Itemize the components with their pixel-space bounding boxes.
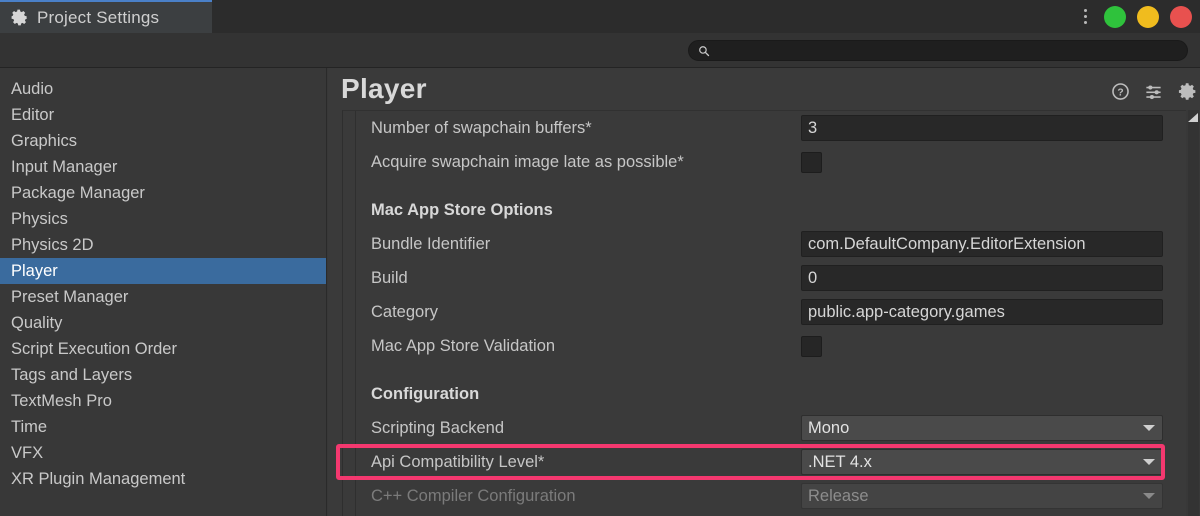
settings-gear-icon[interactable] [1177, 81, 1198, 102]
setting-label: Bundle Identifier [371, 234, 491, 253]
close-button[interactable] [1170, 5, 1192, 28]
sidebar-item-script-execution-order[interactable]: Script Execution Order [0, 336, 326, 362]
sidebar-item-label: Package Manager [11, 183, 145, 202]
setting-row-mac-app-store-validation: Mac App Store Validation [343, 329, 1186, 363]
setting-label: Api Compatibility Level* [371, 452, 545, 471]
setting-row-configuration: Configuration [343, 377, 1186, 411]
setting-label: Build [371, 268, 408, 287]
chevron-down-icon [1143, 425, 1155, 431]
setting-label: Number of swapchain buffers* [371, 118, 592, 137]
sidebar-item-preset-manager[interactable]: Preset Manager [0, 284, 326, 310]
sidebar-item-label: Time [11, 417, 48, 436]
maximize-button[interactable] [1104, 5, 1126, 28]
setting-label: C++ Compiler Configuration [371, 486, 576, 505]
sidebar-item-label: Editor [11, 105, 55, 124]
sidebar-item-physics[interactable]: Physics [0, 206, 326, 232]
sidebar-item-label: Physics [11, 209, 68, 228]
dropdown-scripting-backend[interactable]: Mono [801, 415, 1163, 441]
sidebar-item-xr-plugin-management[interactable]: XR Plugin Management [0, 466, 326, 492]
sidebar-item-label: Physics 2D [11, 235, 94, 254]
setting-row-bundle-identifier: Bundle Identifier com.DefaultCompany.Edit… [343, 227, 1186, 261]
setting-label: Scripting Backend [371, 418, 504, 437]
dropdown-value: .NET 4.x [808, 452, 872, 471]
settings-list: Number of swapchain buffers* 3 Acquire swa… [342, 110, 1186, 516]
sidebar-item-label: XR Plugin Management [11, 469, 186, 488]
panel-header: Player ? [328, 68, 1200, 110]
setting-row-mac-app-store-options: Mac App Store Options [343, 193, 1186, 227]
search-input[interactable] [710, 43, 1178, 58]
setting-row-category: Category public.app-category.games [343, 295, 1186, 329]
checkbox-acquire-swapchain-image-late-as-possible[interactable] [801, 151, 822, 173]
sidebar-item-label: TextMesh Pro [11, 391, 112, 410]
setting-row-acquire-swapchain-image-late-as-possible: Acquire swapchain image late as possible… [343, 145, 1186, 179]
help-icon[interactable]: ? [1111, 82, 1130, 101]
sidebar-item-input-manager[interactable]: Input Manager [0, 154, 326, 180]
section-heading: Configuration [371, 384, 480, 403]
sidebar-item-player[interactable]: Player [0, 258, 326, 284]
vertical-scrollbar[interactable] [1188, 110, 1199, 516]
preset-sliders-icon[interactable] [1143, 82, 1164, 101]
setting-row-api-compatibility-level: Api Compatibility Level* .NET 4.x [343, 445, 1186, 479]
setting-label: Mac App Store Validation [371, 336, 556, 355]
setting-label: Acquire swapchain image late as possible… [371, 152, 684, 171]
dropdown-value: Release [808, 486, 869, 505]
sidebar-item-label: Script Execution Order [11, 339, 177, 358]
text-input-bundle-identifier[interactable]: com.DefaultCompany.EditorExtension [801, 231, 1163, 257]
sidebar-item-label: Tags and Layers [11, 365, 133, 384]
setting-row-build: Build 0 [343, 261, 1186, 295]
minimize-button[interactable] [1137, 5, 1159, 28]
search-box[interactable] [688, 40, 1188, 61]
dropdown-api-compatibility-level[interactable]: .NET 4.x [801, 449, 1163, 475]
sidebar-item-label: Player [11, 261, 58, 280]
text-input-number-of-swapchain-buffers[interactable]: 3 [801, 115, 1163, 141]
text-input-category[interactable]: public.app-category.games [801, 299, 1163, 325]
tab-project-settings[interactable]: Project Settings [0, 0, 212, 33]
project-settings-window: Project Settings Audio Editor Graphics Inpu… [0, 0, 1200, 516]
chevron-down-icon [1143, 493, 1155, 499]
setting-row-number-of-swapchain-buffers: Number of swapchain buffers* 3 [343, 111, 1186, 145]
sidebar-item-audio[interactable]: Audio [0, 76, 326, 102]
title-bar: Project Settings [0, 0, 1200, 33]
section-heading: Mac App Store Options [371, 200, 553, 219]
search-icon [699, 45, 710, 56]
sidebar-item-label: VFX [11, 443, 44, 462]
player-settings-panel: Player ? Number of swapchain buffers* 3 … [328, 68, 1200, 516]
gear-icon [11, 9, 28, 26]
scroll-column [1186, 110, 1200, 516]
setting-label: Category [371, 302, 438, 321]
tab-label: Project Settings [37, 7, 160, 27]
sidebar-item-label: Preset Manager [11, 287, 129, 306]
window-controls [1077, 0, 1192, 33]
sidebar-item-label: Input Manager [11, 157, 118, 176]
kebab-menu-icon[interactable] [1077, 8, 1093, 26]
sidebar-item-label: Audio [11, 79, 54, 98]
dropdown-c-compiler-configuration: Release [801, 483, 1163, 509]
sidebar-item-textmesh-pro[interactable]: TextMesh Pro [0, 388, 326, 414]
sidebar-item-physics-2d[interactable]: Physics 2D [0, 232, 326, 258]
sidebar-item-package-manager[interactable]: Package Manager [0, 180, 326, 206]
sidebar-item-time[interactable]: Time [0, 414, 326, 440]
sidebar-item-editor[interactable]: Editor [0, 102, 326, 128]
checkbox-mac-app-store-validation[interactable] [801, 335, 822, 357]
chevron-down-icon [1143, 459, 1155, 465]
search-bar-row [0, 33, 1200, 68]
scroll-up-arrow-icon[interactable] [1187, 112, 1199, 124]
sidebar-item-graphics[interactable]: Graphics [0, 128, 326, 154]
page-title: Player [341, 73, 427, 104]
sidebar-item-vfx[interactable]: VFX [0, 440, 326, 466]
setting-row-c-compiler-configuration: C++ Compiler Configuration Release [343, 479, 1186, 513]
row-spacer [343, 363, 1186, 377]
row-spacer [343, 179, 1186, 193]
text-input-build[interactable]: 0 [801, 265, 1163, 291]
sidebar-item-label: Graphics [11, 131, 78, 150]
sidebar-item-label: Quality [11, 313, 63, 332]
settings-category-sidebar[interactable]: Audio Editor Graphics Input Manager Package … [0, 68, 327, 516]
sidebar-item-quality[interactable]: Quality [0, 310, 326, 336]
dropdown-value: Mono [808, 418, 850, 437]
setting-row-scripting-backend: Scripting Backend Mono [343, 411, 1186, 445]
sidebar-item-tags-and-layers[interactable]: Tags and Layers [0, 362, 326, 388]
panel-header-icons: ? [1111, 81, 1198, 102]
svg-text:?: ? [1117, 87, 1123, 98]
